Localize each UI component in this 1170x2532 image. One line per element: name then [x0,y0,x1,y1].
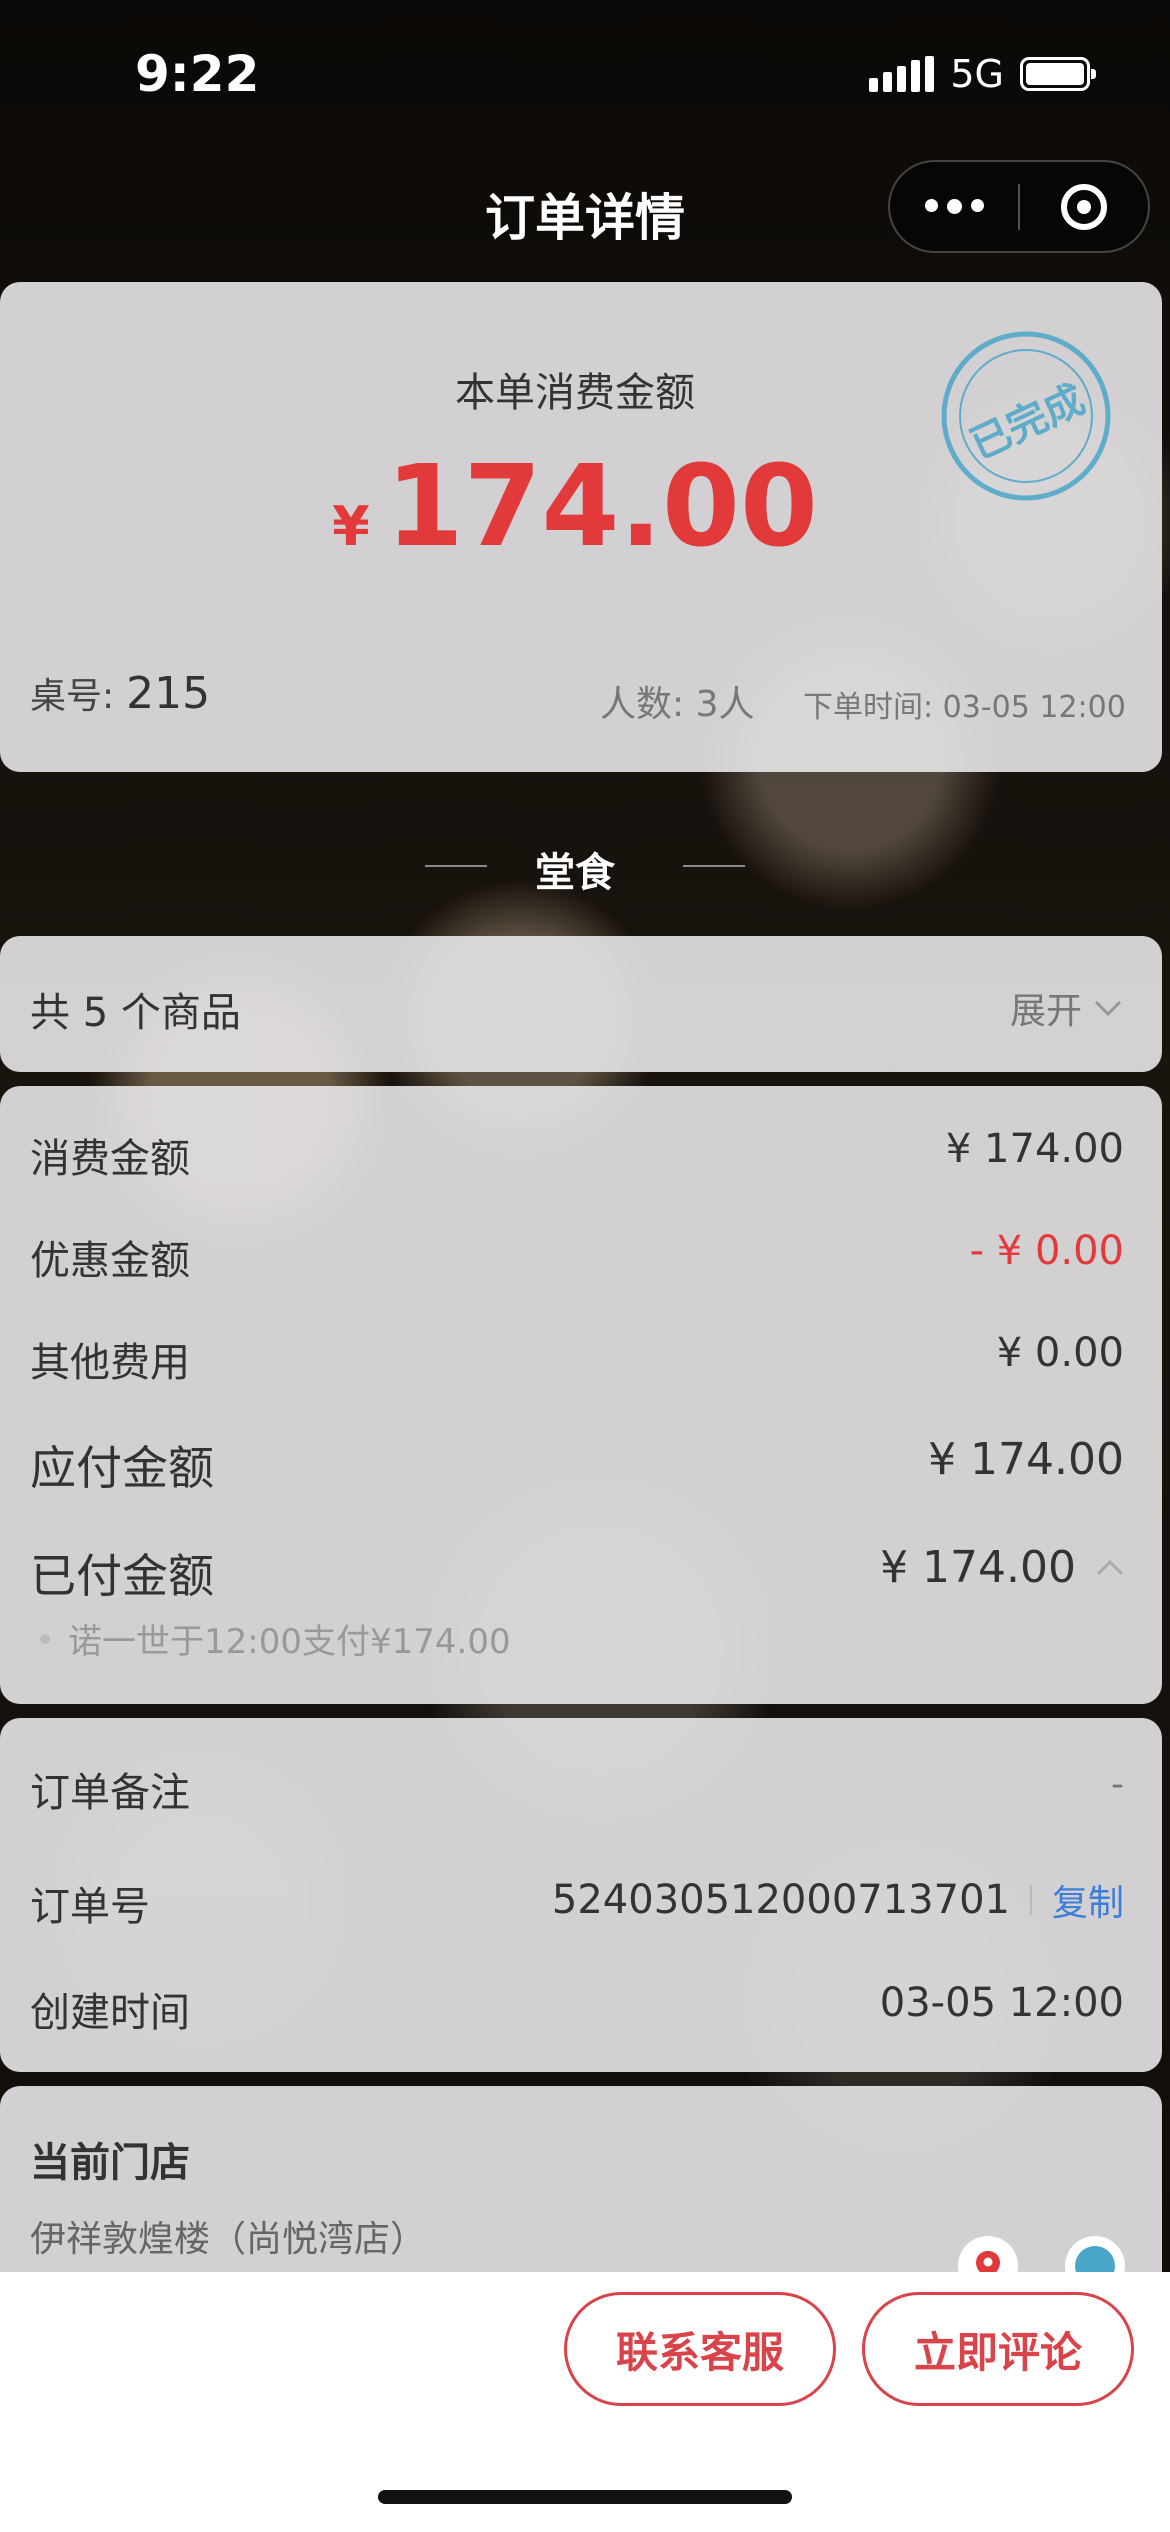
close-miniprogram-icon[interactable] [1020,183,1148,230]
remark-label: 订单备注 [30,1770,190,1816]
chevron-up-icon [1096,1559,1124,1575]
status-indicators: 5G [869,52,1096,96]
miniprogram-capsule [888,160,1150,253]
item-count: 共 5 个商品 [30,990,241,1036]
signal-icon [869,56,935,92]
items-card[interactable]: 共 5 个商品 展开 [0,936,1162,1072]
order-no-row: 524030512000713701 复制 [552,1874,1124,1926]
expand-button[interactable]: 展开 [1010,982,1122,1034]
table-number: 桌号: 215 [30,667,210,719]
copy-divider [1029,1885,1032,1915]
table-label: 桌号: [30,676,115,717]
more-icon[interactable] [890,199,1018,214]
fee-label-paid: 已付金额 [30,1549,214,1603]
people-count: 人数: 3人 [600,684,755,725]
created-label: 创建时间 [30,1990,190,2036]
paid-toggle[interactable]: ¥ 174.00 [880,1542,1124,1593]
home-indicator [378,2490,792,2504]
order-no-value: 524030512000713701 [551,1877,1010,1923]
fee-label-other: 其他费用 [30,1340,190,1386]
summary-card: 本单消费金额 ¥174.00 已完成 桌号: 215 人数: 3人 下单时间: 0… [0,282,1162,772]
fees-card: 消费金额 ¥ 174.00 优惠金额 - ¥ 0.00 其他费用 ¥ 0.00 … [0,1086,1162,1704]
store-title: 当前门店 [30,2140,190,2186]
copy-button[interactable]: 复制 [1052,1874,1124,1926]
fee-value-consumption: ¥ 174.00 [945,1126,1124,1172]
order-no-label: 订单号 [30,1884,150,1930]
amount-value: 174.00 [385,442,818,572]
payment-detail-text: 诺一世于12:00支付¥174.00 [68,1622,511,1662]
fee-label-payable: 应付金额 [30,1441,214,1495]
store-name: 伊祥敦煌楼（尚悦湾店） [30,2219,427,2260]
expand-label: 展开 [1009,991,1082,1032]
currency-symbol: ¥ [332,495,370,558]
fee-value-discount: - ¥ 0.00 [969,1228,1124,1274]
fee-value-payable: ¥ 174.00 [928,1434,1124,1485]
contact-service-button[interactable]: 联系客服 [564,2292,836,2406]
table-value: 215 [126,668,211,719]
fee-label-consumption: 消费金额 [30,1136,190,1182]
battery-icon [1020,57,1096,91]
order-time: 下单时间: 03-05 12:00 [803,690,1126,725]
status-time: 9:22 [135,45,260,103]
remark-value: - [1111,1764,1124,1805]
payment-detail: 诺一世于12:00支付¥174.00 [40,1614,511,1663]
order-info-card: 订单备注 - 订单号 524030512000713701 复制 创建时间 03… [0,1718,1162,2072]
network-type: 5G [950,52,1004,96]
write-review-button[interactable]: 立即评论 [862,2292,1134,2406]
chevron-down-icon [1094,1000,1122,1017]
bullet-dot [40,1633,50,1644]
fee-label-discount: 优惠金额 [30,1238,190,1284]
fee-value-paid: ¥ 174.00 [880,1542,1076,1593]
fee-value-other: ¥ 0.00 [996,1330,1124,1376]
section-title: 堂食 [535,850,615,896]
created-value: 03-05 12:00 [879,1980,1124,2026]
